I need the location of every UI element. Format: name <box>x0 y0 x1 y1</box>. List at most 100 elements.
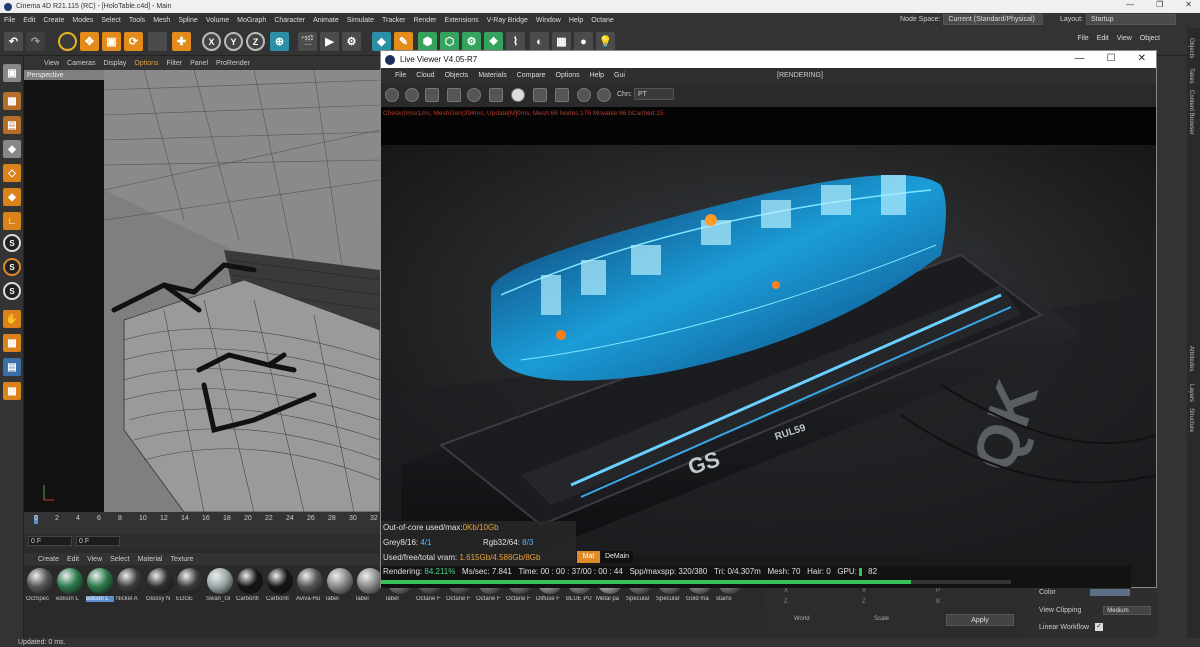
menu-simulate[interactable]: Simulate <box>343 17 378 24</box>
lv-close-button[interactable]: ✕ <box>1138 53 1146 64</box>
menu-window[interactable]: Window <box>532 17 565 24</box>
lv-region-icon[interactable] <box>489 88 503 102</box>
tab-takes[interactable]: Takes <box>1188 68 1194 84</box>
lv-menu-compare[interactable]: Compare <box>512 72 551 79</box>
lv-menu-help[interactable]: Help <box>585 72 609 79</box>
lv-stop-icon[interactable] <box>447 88 461 102</box>
tab-content-browser[interactable]: Content Browser <box>1188 90 1194 135</box>
scale-tool-icon[interactable]: ▣ <box>102 32 121 51</box>
node-space-dropdown[interactable]: Current (Standard/Physical) <box>943 14 1044 25</box>
mat-menu-view[interactable]: View <box>83 556 106 563</box>
lv-menu-gui[interactable]: Gui <box>609 72 630 79</box>
current-frame-field[interactable]: 0 F <box>76 536 120 546</box>
vp-menu-filter[interactable]: Filter <box>163 60 187 67</box>
material-swatch[interactable]: edison L <box>56 568 84 602</box>
mat-menu-texture[interactable]: Texture <box>167 556 198 563</box>
light-icon[interactable]: 💡 <box>596 32 615 51</box>
bend-icon[interactable]: ⌇ <box>506 32 525 51</box>
render-region-icon[interactable]: 🎬 <box>298 32 317 51</box>
lv-maximize-button[interactable]: ☐ <box>1107 53 1116 64</box>
material-swatch[interactable]: Carbonfi <box>266 568 294 602</box>
vp-menu-panel[interactable]: Panel <box>186 60 212 67</box>
redo-button[interactable]: ↷ <box>26 32 45 51</box>
lv-pick-focus-icon[interactable] <box>577 88 591 102</box>
subdivision-icon[interactable]: ⬢ <box>418 32 437 51</box>
tab-structure[interactable]: Structure <box>1188 408 1194 432</box>
menu-character[interactable]: Character <box>270 17 309 24</box>
om-menu-object[interactable]: Object <box>1140 35 1160 42</box>
lv-menu-cloud[interactable]: Cloud <box>411 72 439 79</box>
om-menu-file[interactable]: File <box>1077 35 1088 42</box>
menu-vray-bridge[interactable]: V-Ray Bridge <box>483 17 532 24</box>
grid-icon[interactable]: ▦ <box>3 334 21 352</box>
material-swatch[interactable]: Swan_Gl <box>206 568 234 602</box>
cloner-icon[interactable]: ⚙ <box>462 32 481 51</box>
lv-restart-icon[interactable] <box>405 88 419 102</box>
mat-tag[interactable]: Mat <box>577 551 600 563</box>
lv-gear-icon[interactable] <box>467 88 481 102</box>
minimize-button[interactable]: — <box>1126 0 1134 9</box>
points-mode-icon[interactable]: ◆ <box>3 140 21 158</box>
linear-workflow-checkbox[interactable]: ✓ <box>1095 623 1104 631</box>
view-clipping-dropdown[interactable]: Medium <box>1103 606 1152 615</box>
recent-tools-icon[interactable] <box>148 32 167 51</box>
rotate-tool-icon[interactable]: ⟳ <box>124 32 143 51</box>
snap-icon[interactable]: S <box>3 234 21 252</box>
demain-tag[interactable]: DeMain <box>601 551 633 563</box>
lv-settings-icon[interactable] <box>385 88 399 102</box>
lv-minimize-button[interactable]: — <box>1075 53 1085 64</box>
coordinate-system-icon[interactable]: ⊕ <box>270 32 289 51</box>
lv-menu-file[interactable]: File <box>381 72 411 79</box>
menu-select[interactable]: Select <box>97 17 124 24</box>
scene-icon[interactable]: ◐ <box>530 32 549 51</box>
move-tool-icon[interactable]: ✥ <box>80 32 99 51</box>
material-swatch[interactable]: edison L <box>86 568 114 602</box>
material-swatch[interactable]: Glossy N <box>146 568 174 602</box>
start-frame-field[interactable]: 0 F <box>28 536 72 546</box>
tab-layers[interactable]: Layers <box>1188 384 1194 402</box>
color-swatch[interactable] <box>1089 589 1130 596</box>
vp-menu-options[interactable]: Options <box>130 60 162 67</box>
mat-menu-edit[interactable]: Edit <box>63 556 83 563</box>
lv-menu-objects[interactable]: Objects <box>440 72 474 79</box>
camera-icon[interactable]: ● <box>574 32 593 51</box>
tab-objects[interactable]: Objects <box>1188 38 1194 58</box>
close-button[interactable]: ✕ <box>1185 0 1192 9</box>
workplane-icon[interactable]: ▤ <box>3 116 21 134</box>
lv-menu-materials[interactable]: Materials <box>473 72 511 79</box>
vp-menu-prorender[interactable]: ProRender <box>212 60 254 67</box>
perspective-viewport[interactable]: Perspective <box>24 70 380 512</box>
material-swatch[interactable]: OctSpec <box>26 568 54 602</box>
material-swatch[interactable]: Nickel A <box>116 568 144 602</box>
om-menu-view[interactable]: View <box>1117 35 1132 42</box>
menu-file[interactable]: File <box>0 17 19 24</box>
menu-help[interactable]: Help <box>565 17 587 24</box>
menu-extensions[interactable]: Extensions <box>440 17 482 24</box>
timeline[interactable]: 0 2 4 6 8 10 12 14 16 18 20 22 24 26 28 … <box>24 512 380 534</box>
live-selection-icon[interactable] <box>58 32 77 51</box>
layout-dropdown[interactable]: Startup <box>1085 14 1176 25</box>
array-icon[interactable]: ⬡ <box>440 32 459 51</box>
deformer-icon[interactable]: ❖ <box>484 32 503 51</box>
om-menu-edit[interactable]: Edit <box>1097 35 1109 42</box>
maximize-button[interactable]: ❐ <box>1156 0 1163 9</box>
menu-spline[interactable]: Spline <box>174 17 201 24</box>
snap-settings-icon[interactable]: S <box>3 258 21 276</box>
undo-button[interactable]: ↶ <box>4 32 23 51</box>
apply-button[interactable]: Apply <box>946 614 1014 626</box>
lv-material-ball-icon[interactable] <box>511 88 525 102</box>
coord-world-dropdown[interactable]: World <box>794 616 810 622</box>
make-editable-icon[interactable]: ▣ <box>3 64 21 82</box>
menu-volume[interactable]: Volume <box>202 17 233 24</box>
texture-mode-icon[interactable]: ▩ <box>3 92 21 110</box>
menu-tools[interactable]: Tools <box>125 17 149 24</box>
menu-animate[interactable]: Animate <box>309 17 343 24</box>
floor-icon[interactable]: ▦ <box>552 32 571 51</box>
vp-menu-display[interactable]: Display <box>99 60 130 67</box>
vp-menu-view[interactable]: View <box>24 60 63 67</box>
menu-mograph[interactable]: MoGraph <box>233 17 270 24</box>
coord-scale-dropdown[interactable]: Scale <box>874 616 889 622</box>
render-view-icon[interactable]: ▶ <box>320 32 339 51</box>
lv-menu-options[interactable]: Options <box>551 72 585 79</box>
mat-menu-select[interactable]: Select <box>106 556 133 563</box>
